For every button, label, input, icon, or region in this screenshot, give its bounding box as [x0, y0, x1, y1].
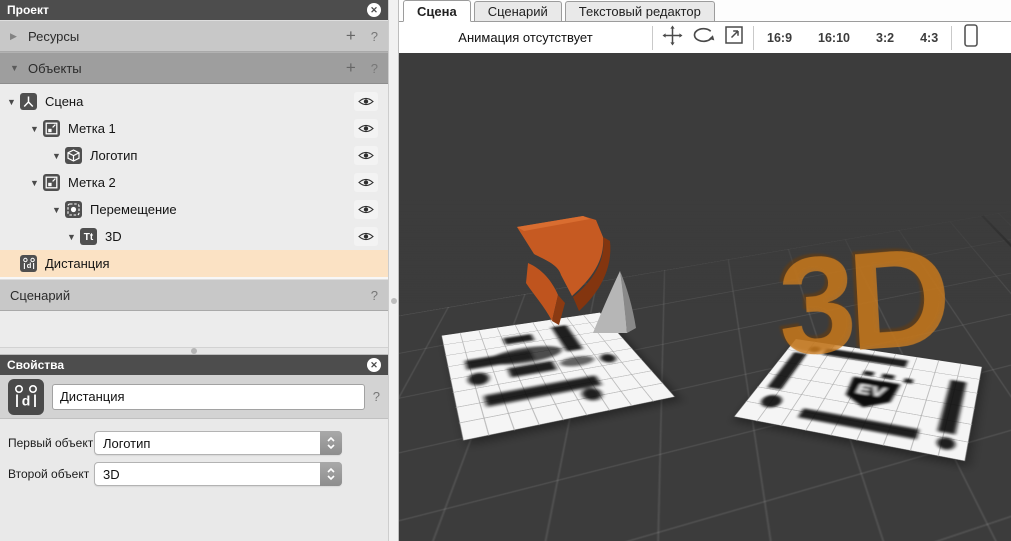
tab-text-editor[interactable]: Текстовый редактор: [565, 1, 715, 21]
section-scenario-label: Сценарий: [10, 288, 70, 303]
chevron-right-icon[interactable]: ▶: [10, 31, 28, 42]
text3d-object: 3D: [777, 227, 949, 378]
project-panel-title: Проект: [7, 3, 49, 17]
objects-help-button[interactable]: ?: [371, 61, 378, 76]
visibility-eye-icon[interactable]: [354, 119, 378, 138]
chevron-down-icon[interactable]: ▼: [52, 151, 65, 161]
app-window: Проект ✕ ▶ Ресурсы + ? ▼ Объекты + ? ▼: [0, 0, 1011, 541]
object-name-input[interactable]: [52, 384, 365, 410]
field-label: Второй объект: [8, 467, 94, 481]
selected-value: Логотип: [103, 436, 150, 451]
tree-row-movement[interactable]: ▼ Перемещение: [0, 196, 388, 223]
splitter-handle-icon: [191, 348, 197, 354]
field-first-object: Первый объект Логотип: [8, 431, 380, 455]
second-object-select[interactable]: 3D: [94, 462, 342, 486]
marker-icon: [43, 174, 60, 191]
tree-label: Дистанция: [45, 256, 110, 271]
tree-label: 3D: [105, 229, 122, 244]
stepper-icon[interactable]: [320, 462, 342, 486]
close-icon[interactable]: ✕: [367, 3, 381, 17]
project-panel-titlebar: Проект ✕: [0, 0, 388, 20]
visibility-eye-icon[interactable]: [354, 146, 378, 165]
add-object-button[interactable]: +: [346, 61, 356, 75]
rotate-tool-icon[interactable]: [692, 26, 715, 50]
tree-row-3d-text[interactable]: ▼ Tt 3D: [0, 223, 388, 250]
visibility-eye-icon[interactable]: [354, 92, 378, 111]
model-cube-icon: [65, 147, 82, 164]
section-scenario[interactable]: Сценарий ?: [0, 279, 388, 311]
splitter-handle-icon: [391, 298, 397, 304]
ratio-4-3-button[interactable]: 4:3: [907, 31, 951, 45]
chevron-down-icon[interactable]: ▼: [10, 63, 28, 73]
scene-axes-icon: [20, 93, 37, 110]
field-second-object: Второй объект 3D: [8, 462, 380, 486]
section-resources[interactable]: ▶ Ресурсы + ?: [0, 20, 388, 52]
ratio-3-2-button[interactable]: 3:2: [863, 31, 907, 45]
add-resource-button[interactable]: +: [346, 29, 356, 43]
text3d-icon: Tt: [80, 228, 97, 245]
close-icon[interactable]: ✕: [367, 358, 381, 372]
move-tool-icon[interactable]: [662, 25, 683, 51]
stepper-icon[interactable]: [320, 431, 342, 455]
properties-help-button[interactable]: ?: [373, 389, 380, 404]
tree-label: Метка 2: [68, 175, 116, 190]
vertical-splitter[interactable]: [388, 0, 399, 541]
tree-row-distance[interactable]: d Дистанция: [0, 250, 388, 277]
svg-text:d: d: [26, 261, 31, 270]
move-behavior-icon: [65, 201, 82, 218]
chevron-down-icon[interactable]: ▼: [7, 97, 20, 107]
section-objects[interactable]: ▼ Объекты + ?: [0, 52, 388, 84]
visibility-eye-icon[interactable]: [354, 227, 378, 246]
chevron-down-icon[interactable]: ▼: [30, 178, 43, 188]
visibility-eye-icon[interactable]: [354, 173, 378, 192]
horizontal-splitter[interactable]: [0, 347, 388, 355]
scene-3d-viewport[interactable]: EV: [399, 53, 1011, 541]
tree-row-scene[interactable]: ▼ Сцена: [0, 88, 388, 115]
viewport-toolbar: Анимация отсутствует 16:9 16:10 3:2 4:3: [399, 22, 1011, 53]
scale-tool-icon[interactable]: [724, 25, 744, 50]
triangle-model: [587, 265, 645, 342]
tree-row-logo[interactable]: ▼ Логотип: [0, 142, 388, 169]
ratio-16-10-button[interactable]: 16:10: [805, 31, 863, 45]
section-resources-label: Ресурсы: [28, 29, 79, 44]
first-object-select[interactable]: Логотип: [94, 431, 342, 455]
properties-header-row: d ?: [0, 375, 388, 419]
project-panel: Проект ✕ ▶ Ресурсы + ? ▼ Объекты + ? ▼: [0, 0, 388, 541]
tree-label: Метка 1: [68, 121, 116, 136]
tab-scenario[interactable]: Сценарий: [474, 1, 562, 21]
distance-icon: d: [20, 255, 37, 272]
ratio-16-9-button[interactable]: 16:9: [754, 31, 805, 45]
distance-icon: d: [8, 379, 44, 415]
chevron-down-icon[interactable]: ▼: [30, 124, 43, 134]
svg-text:d: d: [22, 392, 31, 408]
selected-value: 3D: [103, 467, 120, 482]
tree-label: Перемещение: [90, 202, 177, 217]
transform-tools: [653, 25, 753, 51]
chevron-down-icon[interactable]: ▼: [67, 232, 80, 242]
scenario-help-button[interactable]: ?: [371, 288, 378, 303]
marker-icon: [43, 120, 60, 137]
field-label: Первый объект: [8, 436, 94, 450]
section-objects-label: Объекты: [28, 61, 82, 76]
chevron-down-icon[interactable]: ▼: [52, 205, 65, 215]
panel-filler: [0, 311, 388, 347]
tree-row-marker2[interactable]: ▼ Метка 2: [0, 169, 388, 196]
phone-preview-icon[interactable]: [964, 24, 978, 52]
editor-area: Сцена Сценарий Текстовый редактор Анимац…: [399, 0, 1011, 541]
tree-label: Сцена: [45, 94, 83, 109]
properties-panel-title: Свойства: [7, 358, 64, 372]
resources-help-button[interactable]: ?: [371, 29, 378, 44]
svg-text:Tt: Tt: [84, 232, 94, 243]
object-tree: ▼ Сцена ▼ Метка 1 ▼: [0, 84, 388, 277]
aspect-ratio-presets: 16:9 16:10 3:2 4:3: [754, 31, 951, 45]
tree-label: Логотип: [90, 148, 137, 163]
tab-scene[interactable]: Сцена: [403, 0, 471, 22]
properties-panel-titlebar: Свойства ✕: [0, 355, 388, 375]
visibility-eye-icon[interactable]: [354, 200, 378, 219]
tree-row-marker1[interactable]: ▼ Метка 1: [0, 115, 388, 142]
properties-body: Первый объект Логотип Второй объект 3D: [0, 419, 388, 541]
editor-tabbar: Сцена Сценарий Текстовый редактор: [399, 0, 1011, 22]
animation-status-dropdown[interactable]: Анимация отсутствует: [399, 30, 652, 45]
